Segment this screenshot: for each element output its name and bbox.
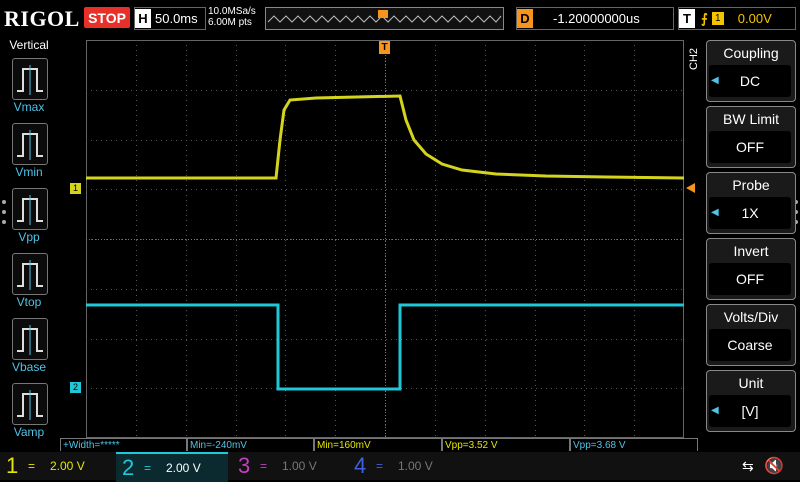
- measure-vamp-label: Vamp: [13, 425, 45, 439]
- measurement-item: Min=160mV: [314, 438, 442, 451]
- menu-item-title: Coupling: [723, 45, 779, 61]
- menu-unit-button[interactable]: Unit [V] ◀: [706, 370, 796, 432]
- menu-item-title: Invert: [733, 243, 769, 259]
- memory-depth: 6.00M pts: [208, 17, 252, 28]
- menu-item-value: OFF: [709, 131, 791, 163]
- menu-item-value: Coarse: [709, 329, 791, 361]
- channel-4-status[interactable]: 4 = 1.00 V: [348, 452, 460, 480]
- delay-value: -1.20000000us: [553, 11, 640, 26]
- measurement-item: Min=-240mV: [187, 438, 314, 451]
- vmax-icon: [17, 65, 43, 95]
- measure-vbase-label: Vbase: [11, 360, 47, 374]
- menu-coupling-button[interactable]: Coupling DC ◀: [706, 40, 796, 102]
- delay-label: D: [517, 9, 533, 28]
- coupling-icon: =: [376, 459, 384, 473]
- knob-select-icon: ◀: [711, 405, 719, 416]
- channel-scale: 1.00 V: [282, 459, 317, 473]
- menu-invert-button[interactable]: Invert OFF: [706, 238, 796, 300]
- measure-vpp-label: Vpp: [18, 230, 40, 244]
- vamp-icon: [17, 390, 43, 420]
- vpp-icon: [17, 195, 43, 225]
- graticule: [86, 40, 684, 438]
- trigger-source: 1: [711, 12, 724, 25]
- trigger-position-marker[interactable]: T: [379, 41, 390, 54]
- menu-item-value: [V]: [709, 395, 791, 427]
- menu-item-title: Unit: [738, 375, 764, 391]
- channel-number: 1: [6, 453, 19, 478]
- vmin-icon: [17, 130, 43, 160]
- coupling-icon: =: [144, 461, 152, 475]
- brand-logo: RIGOL: [4, 6, 80, 31]
- knob-select-icon: ◀: [711, 75, 719, 86]
- waveform-grid[interactable]: [86, 40, 684, 438]
- memory-timeline[interactable]: [265, 7, 504, 30]
- measure-vtop-label: Vtop: [16, 295, 42, 309]
- channel-menu-tag: CH2: [688, 47, 700, 70]
- channel-number: 4: [354, 453, 367, 478]
- menu-item-value: 1X: [709, 197, 791, 229]
- memory-waveform-icon: [267, 10, 502, 23]
- channel-number: 3: [238, 453, 251, 478]
- delay-box[interactable]: D -1.20000000us: [516, 7, 674, 30]
- vbase-icon: [17, 325, 43, 355]
- channel-scale: 2.00 V: [50, 459, 85, 473]
- menu-item-value: DC: [709, 65, 791, 97]
- knob-select-icon: ◀: [711, 207, 719, 218]
- usb-icon: ⇆: [742, 458, 754, 474]
- ch2-offset-marker[interactable]: 2: [70, 382, 81, 393]
- run-stop-indicator[interactable]: STOP: [84, 7, 130, 28]
- channel-scale: 2.00 V: [166, 461, 201, 475]
- trigger-label: T: [679, 9, 695, 28]
- channel-1-status[interactable]: 1 = 2.00 V: [0, 452, 112, 480]
- menu-probe-button[interactable]: Probe 1X ◀: [706, 172, 796, 234]
- channel-number: 2: [122, 455, 135, 480]
- sample-rate: 10.0MSa/s: [208, 6, 256, 17]
- measure-vtop-button[interactable]: [12, 253, 48, 295]
- trigger-level-marker[interactable]: [686, 183, 695, 193]
- timebase-value: 50.0ms: [155, 11, 198, 26]
- channel-scale: 1.00 V: [398, 459, 433, 473]
- measurement-item: +Width=*****: [60, 438, 187, 451]
- measurement-item: Vpp=3.52 V: [442, 438, 570, 451]
- menu-item-title: BW Limit: [723, 111, 779, 127]
- measure-vmin-label: Vmin: [15, 165, 43, 179]
- menu-item-value: OFF: [709, 263, 791, 295]
- timebase-label: H: [135, 9, 151, 28]
- vertical-menu-title: Vertical: [9, 38, 49, 52]
- channel-2-status[interactable]: 2 = 2.00 V: [116, 452, 228, 482]
- ch1-offset-marker[interactable]: 1: [70, 183, 81, 194]
- vtop-icon: [17, 260, 43, 290]
- measure-vbase-button[interactable]: [12, 318, 48, 360]
- trigger-box[interactable]: T ⨍ 1 0.00V: [678, 7, 796, 30]
- channel-status-bar: 1 = 2.00 V 2 = 2.00 V 3 = 1.00 V 4 = 1.00 V: [0, 452, 800, 482]
- measure-vmax-button[interactable]: [12, 58, 48, 100]
- timebase-box[interactable]: H 50.0ms: [134, 7, 206, 30]
- coupling-icon: =: [260, 459, 268, 473]
- coupling-icon: =: [28, 459, 36, 473]
- measure-vmin-button[interactable]: [12, 123, 48, 165]
- acquisition-info: 10.0MSa/s 6.00M pts: [208, 6, 256, 28]
- measurement-item: Vpp=3.68 V: [570, 438, 698, 451]
- left-scroll-dots: [2, 200, 6, 230]
- measure-vmax-label: Vmax: [13, 100, 45, 114]
- menu-item-title: Probe: [732, 177, 770, 193]
- channel-3-status[interactable]: 3 = 1.00 V: [232, 452, 344, 480]
- trigger-level: 0.00V: [737, 11, 772, 26]
- measure-vamp-button[interactable]: [12, 383, 48, 425]
- menu-bw-limit-button[interactable]: BW Limit OFF: [706, 106, 796, 168]
- rising-edge-icon: ⨍: [701, 10, 708, 26]
- menu-volts-div-button[interactable]: Volts/Div Coarse: [706, 304, 796, 366]
- measure-vpp-button[interactable]: [12, 188, 48, 230]
- speaker-mute-icon[interactable]: 🔇: [764, 456, 784, 476]
- menu-item-title: Volts/Div: [723, 309, 779, 325]
- top-status-bar: RIGOL STOP H 50.0ms 10.0MSa/s 6.00M pts …: [0, 0, 800, 36]
